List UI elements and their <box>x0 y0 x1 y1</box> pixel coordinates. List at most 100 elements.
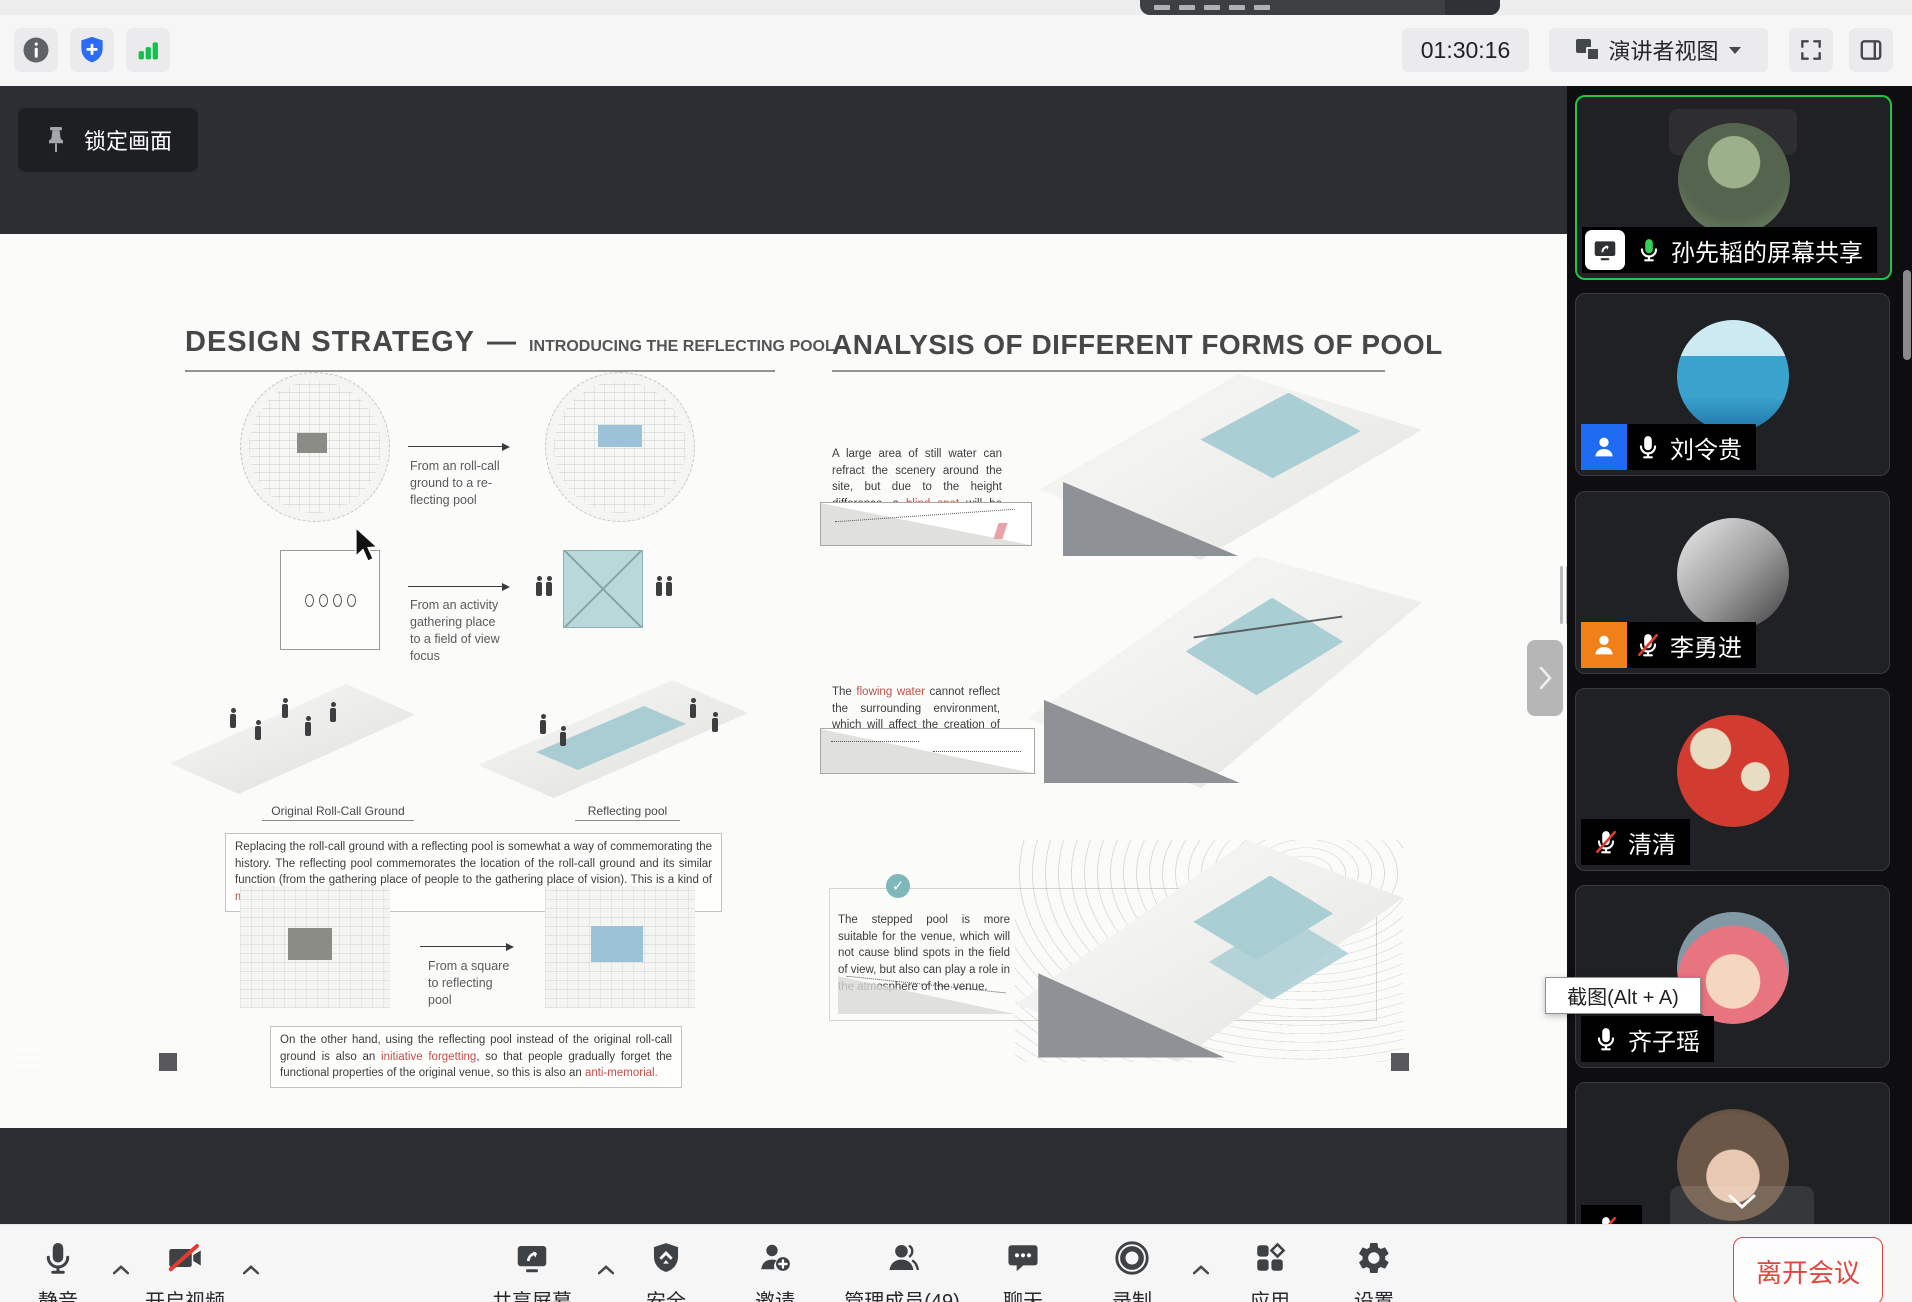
square-map-before <box>240 886 390 1008</box>
security-button[interactable]: 安全 <box>646 1237 686 1302</box>
participant-tile[interactable]: 刘令贵 <box>1575 293 1890 476</box>
shield-plus-icon <box>77 35 107 65</box>
side-panel-button[interactable] <box>1849 28 1893 72</box>
record-icon <box>1113 1237 1151 1279</box>
avatar <box>1677 518 1789 630</box>
manage-members-button[interactable]: 管理成员(49) <box>844 1237 960 1302</box>
share-screen-button[interactable]: 共享屏幕 <box>492 1237 572 1302</box>
fullscreen-button[interactable] <box>1789 28 1833 72</box>
pool-render-slope <box>1028 556 1422 788</box>
mouse-cursor <box>355 528 383 564</box>
mute-button[interactable]: 静音 <box>38 1237 78 1302</box>
chat-icon <box>1005 1237 1041 1279</box>
lock-view-button[interactable]: 锁定画面 <box>18 108 198 172</box>
record-options-chevron[interactable] <box>1192 1265 1210 1275</box>
top-strip <box>0 0 1912 16</box>
figure-silhouette <box>690 704 696 718</box>
floating-bar-glyph <box>1154 5 1170 10</box>
figure-silhouette <box>230 714 236 728</box>
sidebar-resize-grip[interactable] <box>1560 566 1563 624</box>
invite-person-icon <box>756 1237 794 1279</box>
leave-meeting-label: 离开会议 <box>1756 1253 1860 1290</box>
avatar <box>1677 715 1789 827</box>
mic-muted-icon <box>1635 632 1661 658</box>
arrow2-caption: From an activity gathering place to a fi… <box>410 597 500 665</box>
share-screen-label: 共享屏幕 <box>492 1285 572 1302</box>
video-options-chevron[interactable] <box>242 1265 260 1275</box>
sidebar-collapse-tab[interactable] <box>1527 640 1563 716</box>
microphone-icon <box>40 1237 76 1279</box>
left-title-text: DESIGN STRATEGY <box>185 326 475 359</box>
security-shield-button[interactable] <box>70 28 114 72</box>
tooltip-text: 截图(Alt + A) <box>1567 981 1679 1010</box>
invite-label: 邀请 <box>755 1285 795 1302</box>
figure-silhouette <box>255 726 261 740</box>
meeting-timer: 01:30:16 <box>1402 28 1529 72</box>
sidebar-scrollbar[interactable] <box>1903 270 1911 360</box>
network-stats-button[interactable] <box>126 28 170 72</box>
pool-render-stepped <box>1015 840 1403 1062</box>
record-button[interactable]: 录制 <box>1112 1237 1152 1302</box>
participant-tile-sharer[interactable]: 孙先韬的屏幕共享 <box>1575 95 1892 280</box>
manage-members-label: 管理成员(49) <box>844 1285 960 1302</box>
participant-tile[interactable]: 李勇进 <box>1575 491 1890 674</box>
leave-meeting-button[interactable]: 离开会议 <box>1733 1237 1883 1302</box>
site-plan-circle-1 <box>240 372 390 522</box>
field-of-view-diagram <box>563 550 643 628</box>
floating-bar-glyph <box>1229 5 1245 10</box>
invite-button[interactable]: 邀请 <box>755 1237 795 1302</box>
settings-button[interactable]: 设置 <box>1354 1237 1394 1302</box>
start-video-button[interactable]: 开启视频 <box>145 1237 225 1302</box>
arrow3-caption: From a square to reflecting pool <box>428 958 509 1009</box>
signal-bars-icon <box>134 36 162 64</box>
mute-options-chevron[interactable] <box>112 1265 130 1275</box>
share-screen-icon <box>514 1237 550 1279</box>
apps-button[interactable]: 应用 <box>1250 1237 1290 1302</box>
gathering-place-diagram <box>280 550 380 650</box>
chat-button[interactable]: 聊天 <box>1003 1237 1043 1302</box>
speaker-view-icon <box>1576 39 1600 61</box>
share-options-chevron[interactable] <box>597 1265 615 1275</box>
avatar <box>1678 123 1790 235</box>
caption-original-ground: Original Roll-Call Ground <box>262 804 414 821</box>
floating-bar-glyph <box>1254 5 1270 10</box>
arrow-right <box>408 586 508 587</box>
figure-silhouette <box>305 722 311 736</box>
square-map-after <box>545 886 695 1008</box>
shared-screen-stage: 锁定画面 DESIGN STRATEGY — INTRODUCING THE R… <box>0 86 1567 1224</box>
floating-bar-segment[interactable] <box>1445 0 1500 15</box>
caption-reflecting-pool: Reflecting pool <box>575 804 680 821</box>
meeting-window: 01:30:16 演讲者视图 锁定画面 DESI <box>0 0 1912 1302</box>
meeting-toolbar: 01:30:16 演讲者视图 <box>0 15 1912 87</box>
floating-bar-glyph <box>1179 5 1195 10</box>
slide-handle-left[interactable] <box>159 1053 177 1071</box>
participant-name: 清清 <box>1628 825 1676 860</box>
chevron-down-icon <box>1729 47 1741 54</box>
floating-meeting-bar[interactable] <box>1140 0 1500 15</box>
screen-share-icon <box>1585 230 1625 270</box>
figure-silhouette <box>560 732 566 746</box>
fullscreen-icon <box>1798 37 1824 63</box>
meeting-info-button[interactable] <box>14 28 58 72</box>
view-mode-selector[interactable]: 演讲者视图 <box>1549 28 1768 72</box>
participant-name: 刘令贵 <box>1670 430 1742 465</box>
lock-view-label: 锁定画面 <box>84 124 172 156</box>
gear-icon <box>1356 1237 1392 1279</box>
slide-left-title: DESIGN STRATEGY — INTRODUCING THE REFLEC… <box>185 326 835 359</box>
slide-handle-right[interactable] <box>1391 1053 1409 1071</box>
scroll-more-button[interactable] <box>1670 1186 1814 1226</box>
role-badge-blue <box>1581 424 1627 470</box>
presentation-slide: DESIGN STRATEGY — INTRODUCING THE REFLEC… <box>0 234 1567 1128</box>
role-badge-orange <box>1581 622 1627 668</box>
slide-right-title: ANALYSIS OF DIFFERENT FORMS OF POOL <box>832 329 1443 361</box>
figure-silhouette <box>282 704 288 718</box>
participant-tile-partial[interactable] <box>1575 1082 1890 1226</box>
participant-name: 孙先韬的屏幕共享 <box>1671 233 1863 268</box>
participant-list-edge-toggle[interactable] <box>0 1030 57 1084</box>
figure-silhouette <box>540 720 546 734</box>
screen-share-badge <box>1582 227 1628 273</box>
participant-tile[interactable]: 清清 <box>1575 688 1890 871</box>
arrow-right <box>408 446 508 447</box>
section-diagram-1 <box>820 502 1032 546</box>
reflecting-pool-axon <box>478 680 748 798</box>
